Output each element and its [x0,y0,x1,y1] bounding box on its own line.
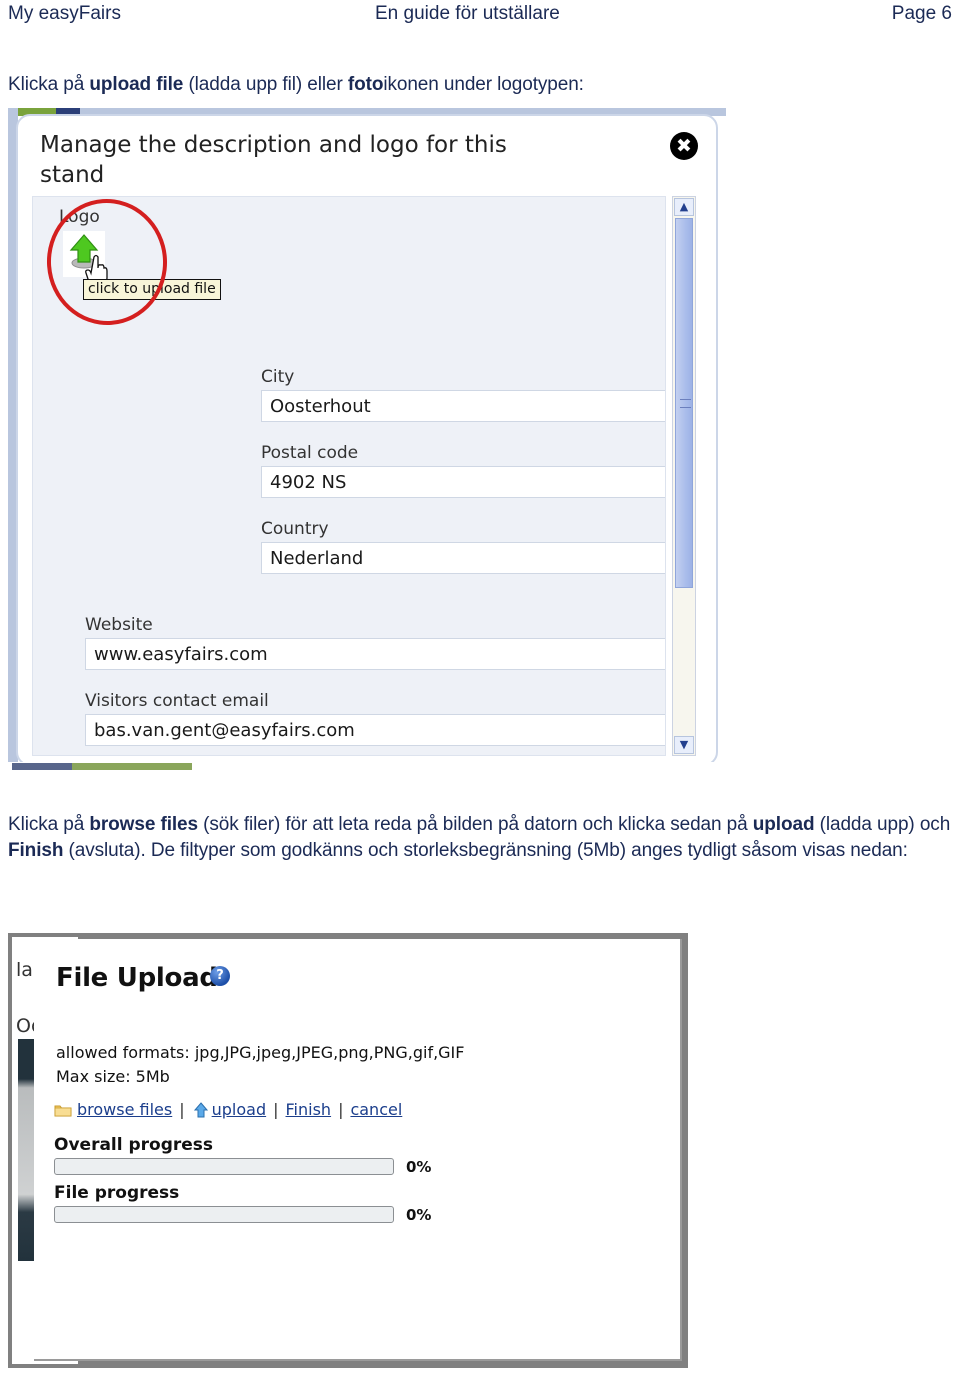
instr1-part3: ikonen under logotypen: [383,74,584,95]
page-number: Page 6 [891,3,952,24]
screenshot-manage-description-dialog: Manage the description and logo for this… [8,108,726,772]
manage-stand-modal: Manage the description and logo for this… [16,114,718,766]
max-size-text: Max size: 5Mb [56,1067,170,1086]
overall-progress-percent: 0% [406,1158,432,1176]
country-input[interactable]: Nederland [261,542,665,574]
instruction-paragraph-1: Klicka på upload file (ladda upp fil) el… [8,72,938,98]
visitors-email-input[interactable]: bas.van.gent@easyfairs.com [85,714,665,746]
cancel-link[interactable]: cancel [350,1100,402,1119]
upload-link[interactable]: upload [212,1100,267,1119]
page-footer-strip [8,762,726,772]
instr2-part2: (sök filer) för att leta reda på bilden … [198,814,753,835]
allowed-formats-text: allowed formats: jpg,JPG,jpeg,JPEG,png,P… [56,1043,465,1062]
file-upload-panel: File Upload ? allowed formats: jpg,JPG,j… [34,939,682,1361]
instr1-bold-upload-file: upload file [89,74,184,95]
field-city: City Oosterhout [261,367,665,422]
file-progress-label: File progress [54,1183,180,1203]
modal-scrollbar[interactable]: ▲ ▼ [672,196,696,756]
instr2-bold-finish: Finish [8,840,64,861]
instr2-bold-browse-files: browse files [89,814,198,835]
scrollbar-thumb[interactable] [675,218,693,588]
instr2-part3: (ladda upp) och [814,814,951,835]
field-website: Website www.easyfairs.com [85,615,665,670]
action-separator-3: | [338,1100,344,1119]
header-center-title: En guide för utställare [375,3,560,24]
field-postal-code: Postal code 4902 NS [261,443,665,498]
folder-icon [54,1105,72,1117]
screenshot-file-upload-panel: la Oo File Upload ? allowed formats: jpg… [8,933,688,1368]
modal-body: Logo click to upload file City Oosterhou… [32,196,706,756]
instr2-part4: (avsluta). De filtyper som godkänns och … [63,840,908,861]
upload-arrow-icon [193,1102,208,1118]
question-mark-icon[interactable]: ? [210,966,230,986]
instr2-part1: Klicka på [8,814,90,835]
field-city-label: City [261,367,295,387]
form-panel: Logo click to upload file City Oosterhou… [32,196,666,756]
modal-title: Manage the description and logo for this… [40,132,507,188]
chevron-up-icon[interactable]: ▲ [674,198,694,216]
file-progress-percent: 0% [406,1206,432,1224]
field-website-label: Website [85,615,153,635]
chevron-down-icon[interactable]: ▼ [674,736,694,754]
file-progress-bar [54,1206,394,1223]
browse-files-link[interactable]: browse files [77,1100,172,1119]
header-left-title: My easyFairs [8,3,121,24]
instr2-bold-upload: upload [752,814,815,835]
field-visitors-email: Visitors contact email bas.van.gent@easy… [85,691,665,746]
city-input[interactable]: Oosterhout [261,390,665,422]
page-header: My easyFairs En guide för utställare Pag… [0,0,960,34]
overall-progress-bar [54,1158,394,1175]
field-email-label: Visitors contact email [85,691,269,711]
background-text-fragment-1: la [16,959,33,981]
upload-actions-bar: browse files | upload | Finish | cancel [54,1099,404,1121]
close-icon[interactable]: ✖ [670,132,698,160]
instr1-part1: Klicka på [8,74,90,95]
instruction-paragraph-2: Klicka på browse files (sök filer) för a… [8,812,953,864]
instr1-bold-foto: foto [347,74,384,95]
finish-link[interactable]: Finish [286,1100,332,1119]
field-country: Country Nederland [261,519,665,574]
website-input[interactable]: www.easyfairs.com [85,638,665,670]
field-postal-label: Postal code [261,443,359,463]
postal-code-input[interactable]: 4902 NS [261,466,665,498]
field-country-label: Country [261,519,329,539]
overall-progress-label: Overall progress [54,1135,214,1155]
action-separator-2: | [273,1100,279,1119]
action-separator-1: | [179,1100,185,1119]
scrollbar-grip [680,399,691,408]
instr1-part2: (ladda upp fil) eller [183,74,348,95]
file-upload-title: File Upload [56,963,218,993]
